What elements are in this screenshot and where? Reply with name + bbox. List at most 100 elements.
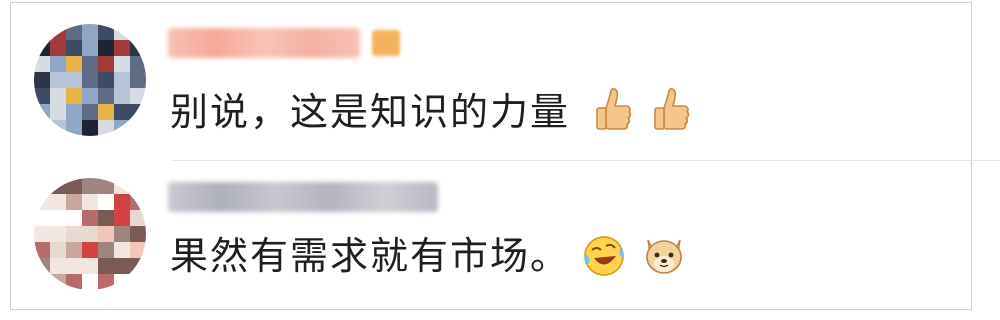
avatar-pixel — [34, 258, 50, 274]
avatar-pixel — [50, 40, 66, 56]
thumbs-up-icon — [596, 88, 632, 130]
member-badge — [372, 30, 400, 56]
avatar-pixel — [114, 242, 130, 258]
avatar-pixel — [66, 88, 82, 104]
avatar-pixel — [34, 104, 50, 120]
avatar-pixel — [98, 72, 114, 88]
avatar-pixel — [130, 194, 146, 210]
avatar-pixel — [82, 24, 98, 40]
avatar-pixel — [66, 40, 82, 56]
avatar-pixel — [98, 120, 114, 136]
avatar-pixel — [34, 226, 50, 242]
avatar-pixel — [98, 24, 114, 40]
avatar-pixel — [50, 194, 66, 210]
avatar-pixel — [66, 274, 82, 290]
thumbs-up-icon — [654, 88, 690, 130]
avatar-pixel — [66, 258, 82, 274]
avatar-pixel — [66, 210, 82, 226]
avatar-pixel — [98, 40, 114, 56]
avatar-pixel — [66, 56, 82, 72]
avatar[interactable] — [34, 24, 146, 136]
avatar-pixel — [50, 56, 66, 72]
avatar-pixel — [98, 56, 114, 72]
avatar-pixel — [82, 88, 98, 104]
avatar-pixel — [98, 226, 114, 242]
avatar-pixel — [130, 210, 146, 226]
username-blurred[interactable] — [168, 28, 360, 58]
avatar-pixel — [114, 104, 130, 120]
avatar-pixel — [82, 120, 98, 136]
avatar-pixel — [130, 274, 146, 290]
avatar-pixel — [130, 88, 146, 104]
avatar-pixel — [98, 210, 114, 226]
avatar-pixel — [82, 226, 98, 242]
avatar-pixel — [114, 258, 130, 274]
avatar-pixel — [114, 210, 130, 226]
avatar-pixel — [34, 210, 50, 226]
avatar-pixel — [130, 258, 146, 274]
username-blurred[interactable] — [168, 182, 438, 212]
avatar-pixel — [34, 40, 50, 56]
avatar-pixel — [50, 120, 66, 136]
avatar-pixel — [98, 104, 114, 120]
avatar-pixel — [130, 24, 146, 40]
comment-text: 别说，这是知识的力量 — [170, 90, 571, 134]
avatar-pixel — [98, 274, 114, 290]
avatar-pixel — [82, 72, 98, 88]
avatar[interactable] — [34, 178, 146, 290]
avatar-pixel — [66, 242, 82, 258]
avatar-pixel — [130, 242, 146, 258]
avatar-pixel — [66, 72, 82, 88]
avatar-pixel — [114, 226, 130, 242]
avatar-pixel — [50, 72, 66, 88]
avatar-pixel — [114, 178, 130, 194]
avatar-pixel — [50, 24, 66, 40]
avatar-pixel — [98, 242, 114, 258]
avatar-pixel — [130, 56, 146, 72]
avatar-pixel — [130, 178, 146, 194]
avatar-pixel — [82, 178, 98, 194]
avatar-pixel — [130, 40, 146, 56]
avatar-pixel — [114, 56, 130, 72]
avatar-pixel — [98, 88, 114, 104]
avatar-pixel — [114, 72, 130, 88]
avatar-pixel — [82, 274, 98, 290]
avatar-pixel — [114, 274, 130, 290]
avatar-pixel — [66, 194, 82, 210]
avatar-pixel — [50, 226, 66, 242]
comment-item: 别说，这是知识的力量 — [0, 0, 1000, 150]
avatar-pixel — [82, 40, 98, 56]
avatar-pixel — [34, 72, 50, 88]
avatar-pixel — [34, 88, 50, 104]
avatar-pixel — [82, 104, 98, 120]
avatar-pixel — [82, 210, 98, 226]
avatar-pixel — [66, 178, 82, 194]
avatar-pixel — [114, 40, 130, 56]
avatar-pixel — [114, 120, 130, 136]
avatar-pixel — [66, 104, 82, 120]
avatar-pixel — [130, 72, 146, 88]
avatar-pixel — [34, 24, 50, 40]
avatar-pixel — [50, 104, 66, 120]
avatar-pixel — [130, 104, 146, 120]
avatar-pixel — [34, 56, 50, 72]
avatar-pixel — [50, 258, 66, 274]
avatar-pixel — [98, 178, 114, 194]
avatar-pixel — [50, 88, 66, 104]
avatar-pixel — [50, 274, 66, 290]
doge-icon — [646, 239, 682, 274]
avatar-pixel — [114, 88, 130, 104]
avatar-pixel — [66, 226, 82, 242]
avatar-pixel — [50, 242, 66, 258]
avatar-pixel — [114, 194, 130, 210]
avatar-pixel — [66, 24, 82, 40]
avatar-pixel — [82, 194, 98, 210]
avatar-pixel — [130, 120, 146, 136]
comment-text: 果然有需求就有市场。 — [170, 234, 571, 278]
avatar-pixel — [66, 120, 82, 136]
laughing-crying-icon — [584, 236, 624, 276]
avatar-pixel — [50, 210, 66, 226]
comment-item: 果然有需求就有市场。 — [0, 160, 1000, 310]
avatar-pixel — [98, 258, 114, 274]
avatar-pixel — [98, 194, 114, 210]
